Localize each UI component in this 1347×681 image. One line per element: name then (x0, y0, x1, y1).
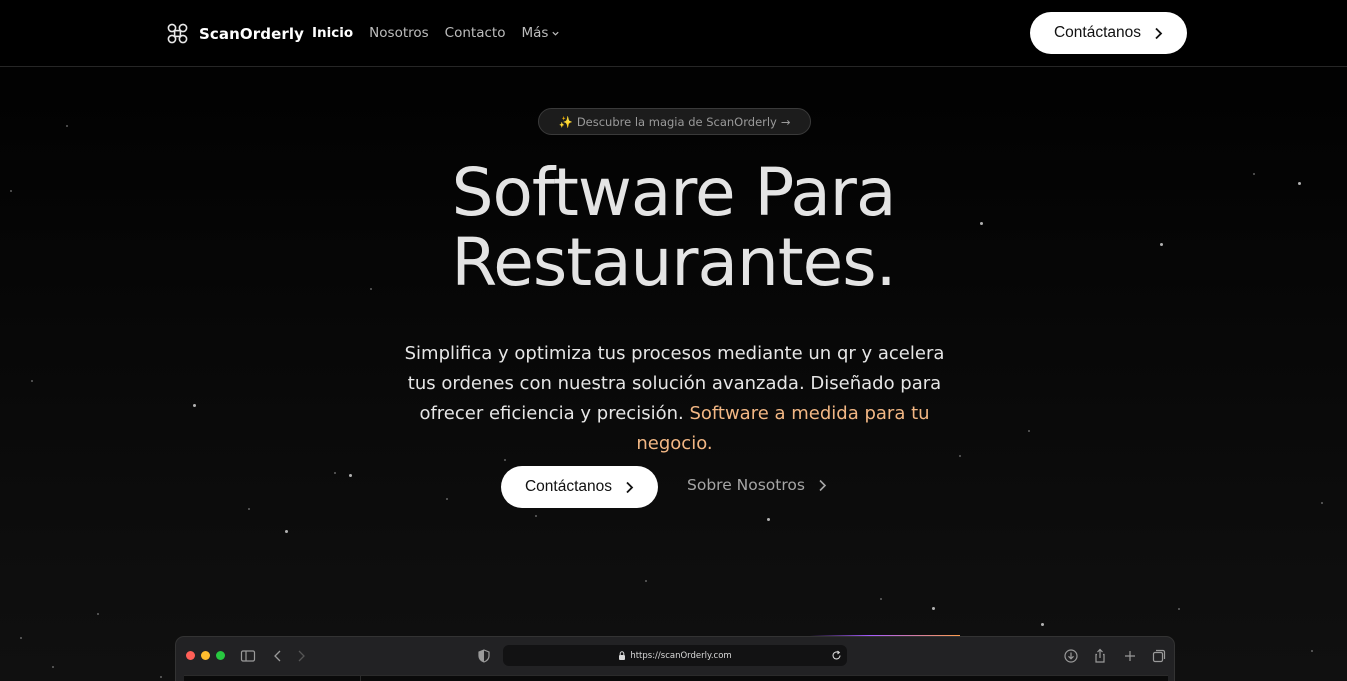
sparkles-icon: ✨ (558, 114, 573, 129)
close-dot-icon (186, 651, 195, 660)
lock-icon (619, 651, 626, 660)
reload-icon (832, 650, 841, 660)
hero-title-line-1: Software Para (451, 154, 897, 231)
button-label: Contáctanos (1053, 24, 1142, 41)
star-dot (1321, 502, 1323, 504)
star-dot (535, 515, 537, 517)
star-dot (97, 613, 99, 615)
button-label: Contáctanos (524, 478, 613, 495)
arrow-right-icon: → (780, 114, 791, 129)
announcement-pill[interactable]: ✨ Descubre la magia de ScanOrderly → (538, 108, 811, 135)
star-dot (446, 498, 448, 500)
star-dot (160, 676, 162, 678)
chevron-right-icon (626, 481, 634, 493)
star-dot (880, 598, 882, 600)
chevron-right-icon (1155, 27, 1163, 39)
new-tab-plus-icon (1122, 648, 1138, 664)
nav-item-contacto[interactable]: Contacto (445, 25, 506, 41)
nav-label: Nosotros (369, 25, 429, 41)
shield-icon (476, 648, 492, 664)
about-us-link[interactable]: Sobre Nosotros (687, 476, 827, 494)
brand-name: ScanOrderly (199, 24, 304, 43)
star-dot (767, 518, 770, 521)
landing-page: ScanOrderly Inicio Nosotros Contacto Más… (0, 0, 1347, 681)
share-icon (1092, 648, 1108, 664)
nav-label: Inicio (312, 25, 354, 41)
nav-item-mas[interactable]: Más (521, 25, 560, 41)
star-dot (504, 459, 506, 461)
star-dot (1041, 623, 1044, 626)
announcement-text: Descubre la magia de ScanOrderly (576, 114, 777, 129)
star-dot (959, 455, 961, 457)
url-text: https://scanOrderly.com (630, 650, 732, 661)
nav-item-nosotros[interactable]: Nosotros (369, 25, 429, 41)
sidebar-toggle-icon (240, 648, 256, 664)
star-dot (193, 404, 196, 407)
nav-label: Contacto (444, 25, 506, 41)
star-dot (285, 530, 288, 533)
logo-icon (167, 23, 188, 44)
star-dot (932, 607, 935, 610)
chevron-down-icon (552, 31, 560, 36)
star-dot (1311, 650, 1313, 652)
address-bar[interactable]: https://scanOrderly.com (503, 645, 847, 666)
main-nav: Inicio Nosotros Contacto Más (312, 25, 560, 41)
nav-label: Más (521, 25, 549, 41)
site-header: ScanOrderly Inicio Nosotros Contacto Más… (0, 0, 1347, 67)
chevron-right-icon (819, 479, 827, 491)
star-dot (248, 508, 250, 510)
forward-arrow-icon (293, 648, 309, 664)
back-arrow-icon (270, 648, 286, 664)
nav-item-inicio[interactable]: Inicio (312, 25, 353, 41)
star-dot (1028, 430, 1030, 432)
maximize-dot-icon (216, 651, 225, 660)
star-dot (334, 472, 336, 474)
star-dot (349, 474, 352, 477)
hero-title: Software Para Restaurantes. (0, 158, 1347, 298)
star-dot (66, 125, 68, 127)
window-controls (186, 651, 225, 660)
header-contact-button[interactable]: Contáctanos (1030, 12, 1187, 54)
hero-subtitle: Simplifica y optimiza tus procesos media… (393, 339, 956, 459)
star-dot (645, 580, 647, 582)
link-label: Sobre Nosotros (687, 476, 805, 494)
logo[interactable]: ScanOrderly (167, 23, 304, 44)
browser-content-area (184, 675, 1168, 681)
hero-title-line-2: Restaurantes. (451, 224, 896, 301)
star-dot (52, 666, 54, 668)
tabs-overview-icon (1151, 648, 1167, 664)
browser-mockup: https://scanOrderly.com (175, 636, 1175, 681)
hero-contact-button[interactable]: Contáctanos (501, 466, 658, 508)
star-dot (20, 637, 22, 639)
star-dot (31, 380, 33, 382)
download-icon (1063, 648, 1079, 664)
minimize-dot-icon (201, 651, 210, 660)
star-dot (1178, 608, 1180, 610)
